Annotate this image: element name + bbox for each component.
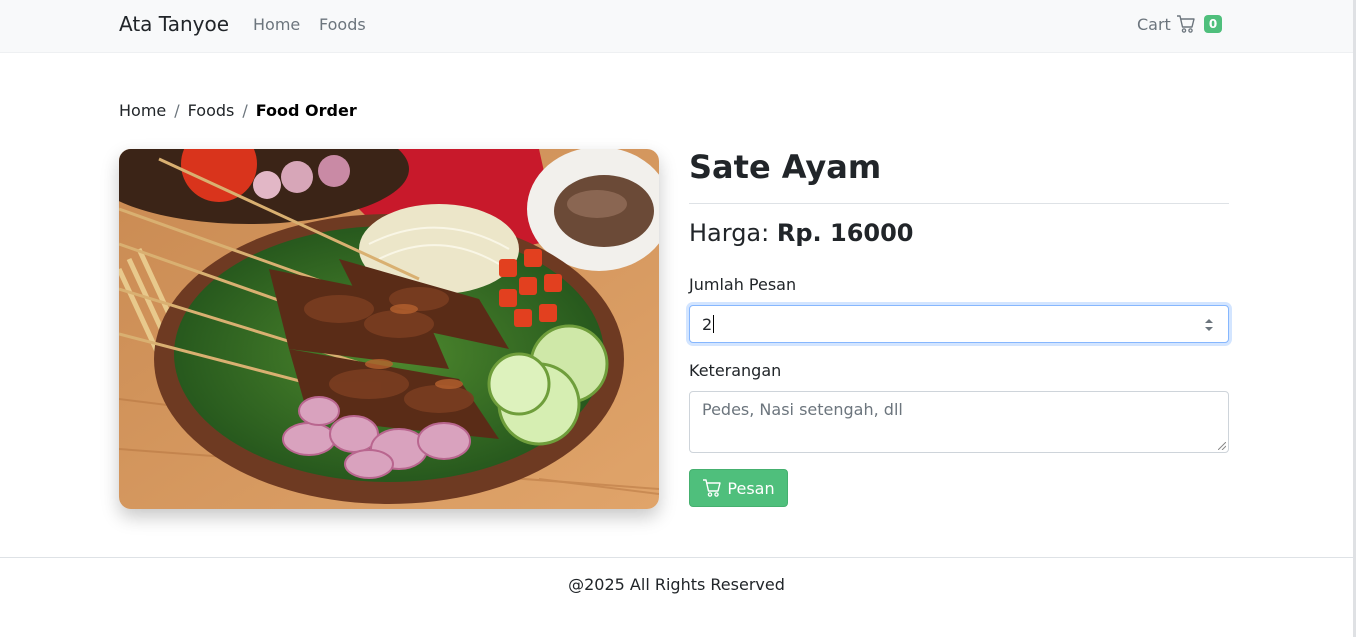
cart-count-badge: 0 [1203,15,1223,33]
food-image [119,149,659,509]
order-button-label: Pesan [727,478,775,498]
breadcrumb-home[interactable]: Home [119,101,166,120]
price-label: Harga: [689,219,770,247]
cart-icon [703,479,722,497]
nav-foods-link[interactable]: Foods [319,15,366,34]
footer-divider [0,557,1353,558]
food-title: Sate Ayam [689,148,882,186]
brand-logo[interactable]: Ata Tanyoe [119,12,229,36]
navbar: Ata Tanyoe Home Foods Cart 0 [0,0,1353,53]
breadcrumb-foods[interactable]: Foods [188,101,235,120]
cart-link[interactable]: Cart 0 [1137,14,1223,34]
qty-input[interactable]: 2 [689,305,1229,343]
breadcrumb: Home / Foods / Food Order [119,101,357,120]
price-row: Harga: Rp. 16000 [689,219,914,247]
resize-grip-icon[interactable] [1218,442,1226,450]
breadcrumb-separator: / [174,101,180,120]
note-textarea[interactable]: Pedes, Nasi setengah, dll [689,391,1229,453]
cart-icon [1176,15,1195,33]
spinner-arrows-icon[interactable] [1204,317,1214,333]
text-caret [713,315,715,333]
order-button[interactable]: Pesan [689,469,788,507]
price-value: Rp. 16000 [776,219,914,247]
qty-label: Jumlah Pesan [689,275,797,294]
cart-label: Cart [1137,14,1171,34]
note-label: Keterangan [689,361,782,380]
nav-home-link[interactable]: Home [253,15,300,34]
divider [689,203,1229,204]
footer-copyright: @2025 All Rights Reserved [568,575,785,594]
breadcrumb-active: Food Order [255,101,357,120]
qty-value: 2 [702,314,713,334]
note-placeholder: Pedes, Nasi setengah, dll [702,400,903,419]
breadcrumb-separator: / [242,101,248,120]
